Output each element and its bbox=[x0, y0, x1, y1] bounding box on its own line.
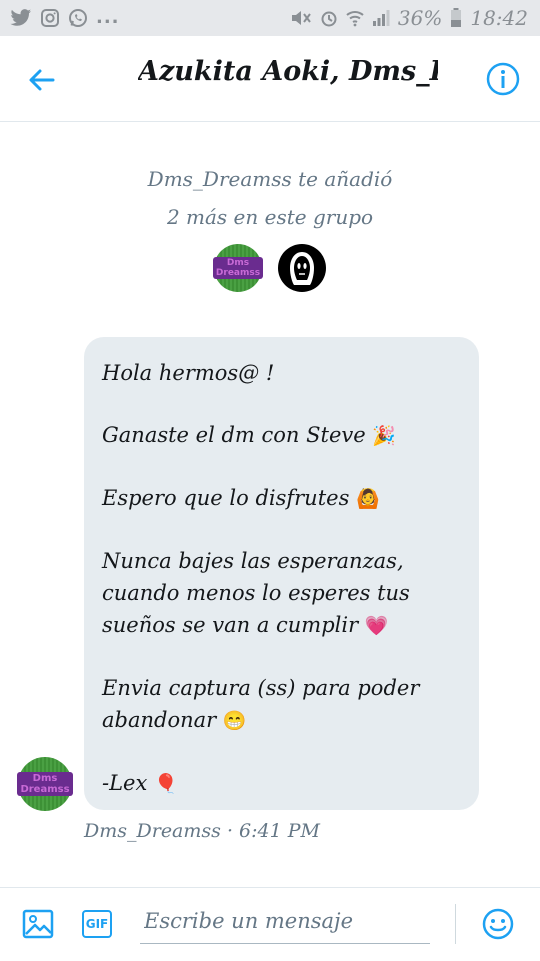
avatar-logo: Dms Dreamss bbox=[17, 772, 73, 796]
sender-avatar[interactable]: Dms Dreamss bbox=[17, 757, 73, 811]
signal-icon bbox=[372, 9, 390, 27]
grin-emoji: 😁 bbox=[222, 710, 247, 732]
group-added-notice: Dms_Dreamss te añadió 2 más en este grup… bbox=[0, 160, 540, 236]
whatsapp-icon bbox=[68, 8, 88, 28]
message-meta: Dms_Dreamss · 6:41 PM bbox=[84, 820, 320, 842]
meta-separator: · bbox=[226, 820, 233, 842]
conversation-title[interactable]: Azukita Aoki, Dms_D... bbox=[138, 56, 438, 87]
ghost-face-icon bbox=[290, 252, 314, 285]
mute-icon bbox=[290, 9, 312, 27]
message-line: Ganaste el dm con Steve 🎉 bbox=[102, 423, 397, 447]
party-popper-emoji: 🎉 bbox=[372, 425, 397, 447]
message-line: Nunca bajes las esperanzas, bbox=[102, 549, 404, 573]
battery-percent: 36% bbox=[397, 6, 443, 30]
emoji-button[interactable] bbox=[482, 908, 514, 944]
avatar-logo: Dms Dreamss bbox=[212, 257, 264, 279]
status-right: 36% 18:42 bbox=[290, 6, 528, 30]
avatar-dms-dreamss[interactable]: Dms Dreamss bbox=[212, 244, 264, 292]
alarm-icon bbox=[320, 9, 338, 27]
avatar-member[interactable] bbox=[278, 244, 326, 292]
message-line: abandonar 😁 bbox=[102, 708, 247, 732]
message-line: Envia captura (ss) para poder bbox=[102, 676, 420, 700]
info-icon bbox=[486, 62, 520, 96]
message-line: Espero que lo disfrutes 🙆 bbox=[102, 486, 380, 510]
compose-bar: GIF bbox=[0, 887, 540, 961]
image-button[interactable] bbox=[22, 908, 54, 944]
message-line: -Lex 🎈 bbox=[102, 771, 178, 795]
image-icon bbox=[22, 909, 54, 939]
message-line: sueños se van a cumplir 💗 bbox=[102, 613, 389, 637]
notice-line-1: Dms_Dreamss te añadió bbox=[147, 167, 393, 191]
back-arrow-icon bbox=[29, 69, 55, 91]
message-bubble[interactable]: Hola hermos@ ! Ganaste el dm con Steve 🎉… bbox=[84, 337, 479, 810]
twitter-icon bbox=[10, 8, 32, 28]
smiley-icon bbox=[482, 908, 514, 940]
info-button[interactable] bbox=[486, 62, 520, 96]
message-input[interactable] bbox=[140, 898, 430, 944]
more-notifications: ... bbox=[96, 7, 120, 28]
raised-hands-emoji: 🙆 bbox=[356, 488, 380, 510]
message-line: Hola hermos@ ! bbox=[102, 361, 275, 385]
compose-divider bbox=[455, 904, 456, 944]
sender-name: Dms_Dreamss bbox=[84, 820, 221, 842]
notice-line-2: 2 más en este grupo bbox=[166, 205, 374, 229]
added-members-avatars: Dms Dreamss bbox=[0, 244, 540, 292]
balloon-emoji: 🎈 bbox=[154, 773, 178, 795]
back-button[interactable] bbox=[26, 64, 58, 96]
heart-emoji: 💗 bbox=[364, 615, 389, 637]
gif-button[interactable]: GIF bbox=[82, 910, 112, 938]
message-line: cuando menos lo esperes tus bbox=[102, 581, 410, 605]
instagram-icon bbox=[40, 8, 60, 28]
battery-icon bbox=[450, 8, 462, 28]
message-time: 6:41 PM bbox=[239, 820, 320, 842]
clock: 18:42 bbox=[470, 6, 528, 30]
status-left-icons: ... bbox=[10, 7, 120, 28]
conversation-header: Azukita Aoki, Dms_D... bbox=[0, 36, 540, 122]
status-bar: ... 36% 18:42 bbox=[0, 0, 540, 36]
wifi-icon bbox=[346, 9, 364, 27]
